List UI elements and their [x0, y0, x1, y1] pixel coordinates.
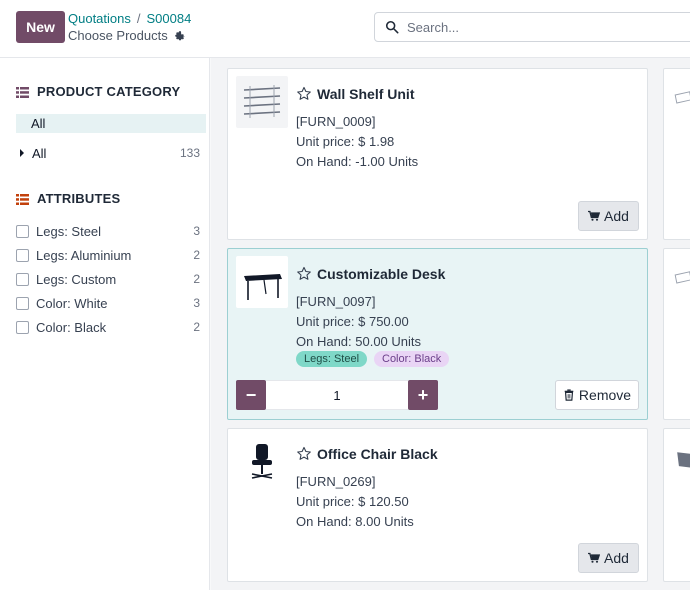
attribute-legs-custom[interactable]: Legs: Custom 2 — [16, 270, 200, 288]
product-code: [FURN_0009] — [296, 114, 376, 129]
product-name: Wall Shelf Unit — [317, 86, 415, 102]
product-image — [236, 436, 288, 488]
product-title: Wall Shelf Unit — [296, 86, 414, 102]
decrease-button[interactable]: − — [236, 380, 266, 410]
product-card-customizable-desk[interactable]: Customizable Desk [FURN_0097] Unit price… — [227, 248, 648, 420]
category-label: All — [32, 145, 47, 161]
category-count: 133 — [179, 146, 200, 160]
breadcrumb: Quotations / S00084 — [68, 11, 191, 26]
checkbox[interactable] — [16, 224, 29, 238]
gear-icon[interactable] — [174, 30, 186, 42]
product-image — [674, 271, 690, 284]
product-category-header: PRODUCT CATEGORY — [16, 84, 180, 99]
attribute-count: 2 — [193, 272, 200, 286]
product-price: Unit price: $ 750.00 — [296, 314, 409, 329]
category-all[interactable]: All 133 — [16, 144, 200, 162]
search-panel: PRODUCT CATEGORY All All 133 ATTRIBUTES … — [0, 58, 210, 590]
attribute-legs-aluminium[interactable]: Legs: Aluminium 2 — [16, 246, 200, 264]
cart-icon — [588, 210, 601, 221]
product-price: Unit price: $ 1.98 — [296, 134, 395, 149]
product-on-hand: On Hand: 8.00 Units — [296, 514, 414, 529]
product-code: [FURN_0097] — [296, 294, 376, 309]
attribute-label: Legs: Custom — [36, 271, 117, 287]
product-code: [FURN_0269] — [296, 474, 376, 489]
remove-button[interactable]: Remove — [555, 380, 639, 410]
add-button[interactable]: Add — [578, 201, 639, 231]
product-image — [236, 256, 288, 308]
star-icon[interactable] — [296, 266, 312, 282]
search-icon — [385, 20, 399, 34]
product-image — [677, 452, 690, 468]
page-title: Choose Products — [68, 28, 186, 43]
checkbox[interactable] — [16, 320, 29, 334]
list-icon — [16, 193, 29, 205]
product-on-hand: On Hand: -1.00 Units — [296, 154, 419, 169]
breadcrumb-order[interactable]: S00084 — [147, 11, 192, 26]
add-label: Add — [604, 550, 629, 566]
product-title: Office Chair Black — [296, 446, 438, 462]
remove-label: Remove — [578, 387, 632, 403]
control-panel: New Quotations / S00084 Choose Products — [0, 0, 690, 58]
tag-legs-steel: Legs: Steel — [296, 351, 368, 367]
product-card-wall-shelf[interactable]: Wall Shelf Unit [FURN_0009] Unit price: … — [227, 68, 648, 240]
tag-color-black: Color: Black — [374, 351, 450, 367]
checkbox[interactable] — [16, 248, 29, 262]
product-card-office-chair[interactable]: Office Chair Black [FURN_0269] Unit pric… — [227, 428, 648, 582]
new-button[interactable]: New — [16, 11, 65, 43]
product-name: Office Chair Black — [317, 446, 438, 462]
quantity-stepper[interactable]: − + — [236, 380, 438, 410]
attribute-label: Legs: Aluminium — [36, 247, 132, 263]
product-card-partial[interactable] — [663, 68, 690, 240]
page-title-label: Choose Products — [68, 28, 168, 43]
attribute-count: 3 — [193, 296, 200, 310]
attribute-color-black[interactable]: Color: Black 2 — [16, 318, 200, 336]
product-image — [236, 76, 288, 128]
add-label: Add — [604, 208, 629, 224]
attribute-label: Color: Black — [36, 319, 107, 335]
product-price: Unit price: $ 120.50 — [296, 494, 409, 509]
search-input[interactable] — [407, 19, 667, 35]
checkbox[interactable] — [16, 296, 29, 310]
attributes-title: ATTRIBUTES — [37, 191, 121, 206]
product-title: Customizable Desk — [296, 266, 445, 282]
checkbox[interactable] — [16, 272, 29, 286]
caret-right-icon[interactable] — [20, 149, 24, 157]
product-image — [674, 91, 690, 104]
attribute-color-white[interactable]: Color: White 3 — [16, 294, 200, 312]
cart-icon — [588, 552, 601, 563]
attribute-count: 3 — [193, 224, 200, 238]
product-card-partial[interactable] — [663, 428, 690, 582]
product-kanban: Wall Shelf Unit [FURN_0009] Unit price: … — [211, 58, 690, 590]
attribute-count: 2 — [193, 248, 200, 262]
attribute-count: 2 — [193, 320, 200, 334]
attribute-label: Color: White — [36, 295, 108, 311]
add-button[interactable]: Add — [578, 543, 639, 573]
breadcrumb-separator: / — [136, 11, 141, 26]
star-icon[interactable] — [296, 86, 312, 102]
attributes-header: ATTRIBUTES — [16, 191, 120, 206]
trash-icon — [564, 389, 574, 401]
product-name: Customizable Desk — [317, 266, 446, 282]
list-icon — [16, 86, 29, 98]
star-icon[interactable] — [296, 446, 312, 462]
product-category-title: PRODUCT CATEGORY — [37, 84, 181, 99]
quantity-input[interactable] — [266, 380, 408, 410]
attribute-legs-steel[interactable]: Legs: Steel 3 — [16, 222, 200, 240]
search-bar[interactable] — [374, 12, 690, 42]
attribute-label: Legs: Steel — [36, 223, 102, 239]
product-card-partial[interactable] — [663, 248, 690, 420]
increase-button[interactable]: + — [408, 380, 438, 410]
breadcrumb-quotations[interactable]: Quotations — [68, 11, 131, 26]
product-on-hand: On Hand: 50.00 Units — [296, 334, 422, 349]
category-all-selected[interactable]: All — [16, 114, 206, 133]
